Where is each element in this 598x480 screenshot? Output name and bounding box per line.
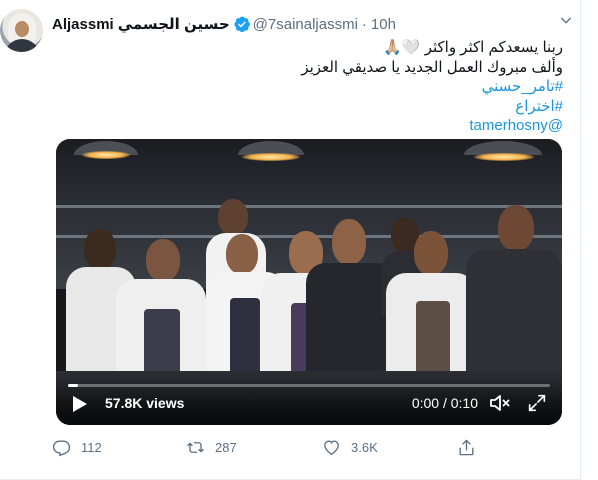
volume-muted-icon[interactable] (488, 391, 512, 415)
tweet-timestamp[interactable]: 10h (371, 16, 396, 33)
video-progress-bar[interactable] (68, 384, 550, 387)
video-view-count: 57.8K views (105, 395, 185, 411)
chevron-down-icon[interactable] (558, 12, 574, 28)
share-button[interactable] (457, 438, 486, 457)
author-display-name-arabic[interactable]: حسين الجسمي (118, 15, 230, 33)
play-icon[interactable] (72, 395, 88, 413)
share-icon (459, 439, 474, 456)
video-controls: 57.8K views 0:00 / 0:10 (56, 379, 562, 425)
tweet-header: Aljassmi حسين الجسمي @7sainaljassmi · 10… (52, 15, 396, 34)
mention-link[interactable]: @tamerhosny (58, 116, 563, 136)
tweet-text-line-1: ربنا يسعدكم اكثر واكثر 🙏🏼🤍 (58, 38, 563, 58)
pray-and-heart-emoji: 🙏🏼🤍 (383, 38, 421, 56)
reply-icon (52, 440, 71, 457)
tweet-text-line-2: وألف مبروك العمل الجديد يا صديقي العزيز (301, 58, 563, 76)
person-chef (116, 239, 206, 389)
header-separator: · (361, 15, 367, 33)
hashtag-link-2[interactable]: #اختراع (58, 97, 563, 117)
like-count: 3.6K (351, 440, 378, 455)
author-avatar[interactable] (0, 9, 43, 52)
avatar-face (15, 21, 29, 37)
tweet-text: ربنا يسعدكم اكثر واكثر 🙏🏼🤍 وألف مبروك ال… (58, 38, 563, 136)
lamp-light (242, 153, 300, 161)
page-right-edge (581, 0, 598, 480)
hashtag-link-1[interactable]: #تامر_حسني (58, 77, 563, 97)
video-timecode: 0:00 / 0:10 (411, 395, 478, 411)
video-progress-fill (68, 384, 78, 387)
tweet-text-line-1-words: ربنا يسعدكم اكثر واكثر (424, 39, 563, 56)
person-chef (386, 231, 476, 391)
verified-badge-icon (234, 16, 250, 33)
lamp-light (474, 153, 534, 161)
reply-button[interactable]: 112 (52, 438, 102, 457)
tweet-card[interactable]: Aljassmi حسين الجسمي @7sainaljassmi · 10… (0, 0, 581, 480)
tweet-actions: 112 287 3.6K (52, 438, 572, 460)
fullscreen-icon[interactable] (526, 392, 548, 414)
person-chef (466, 205, 562, 385)
lamp-light (82, 151, 130, 159)
retweet-button[interactable]: 287 (186, 438, 237, 457)
like-button[interactable]: 3.6K (322, 438, 378, 457)
retweet-count: 287 (215, 440, 237, 455)
author-handle[interactable]: @7sainaljassmi (253, 16, 358, 33)
video-player[interactable]: 57.8K views 0:00 / 0:10 (56, 139, 562, 425)
heart-icon (324, 440, 339, 456)
retweet-icon (187, 442, 204, 453)
author-display-name[interactable]: Aljassmi (52, 16, 114, 33)
reply-count: 112 (81, 440, 102, 455)
